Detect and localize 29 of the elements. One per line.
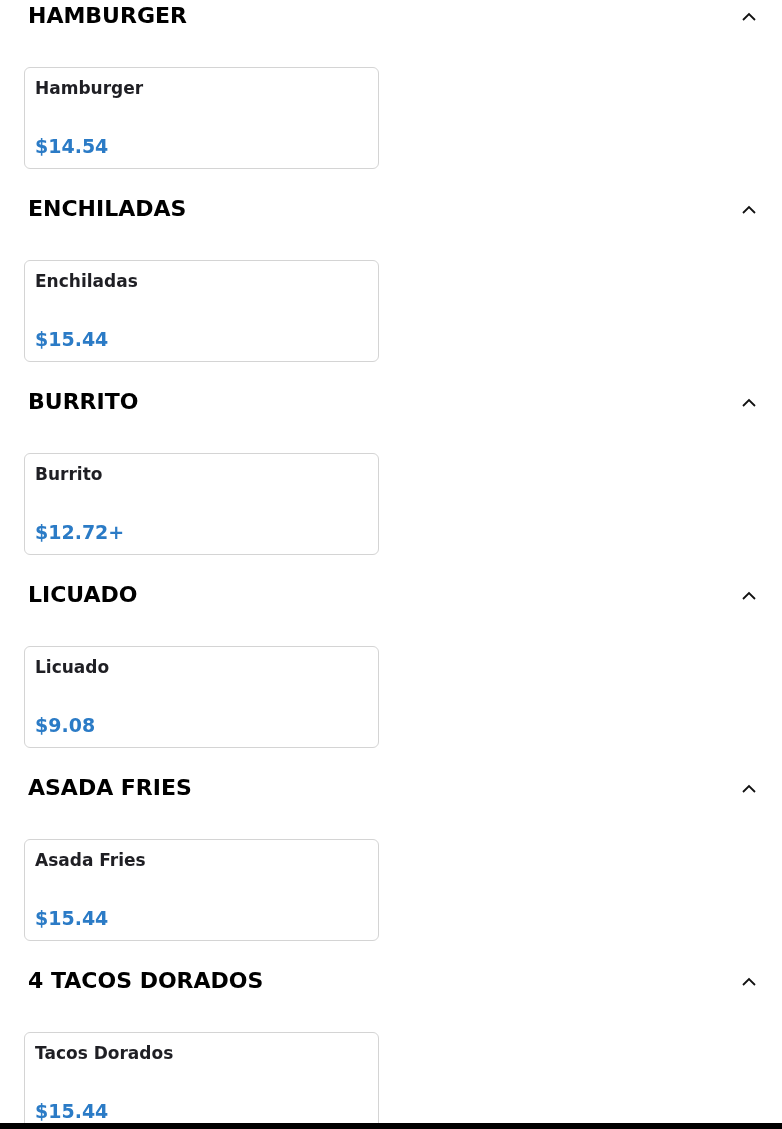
item-price: $15.44 [35,327,110,351]
item-price: $9.08 [35,713,97,737]
item-name: Enchiladas [35,270,139,292]
menu-item-card[interactable]: Enchiladas $15.44 [24,260,379,362]
menu-item-card[interactable]: Hamburger $14.54 [24,67,379,169]
item-price: $15.44 [35,906,110,930]
category-heading: 4 TACOS DORADOS [28,970,264,992]
chevron-up-icon[interactable] [742,590,756,600]
menu-item-card[interactable]: Asada Fries $15.44 [24,839,379,941]
chevron-up-icon[interactable] [742,204,756,214]
category-heading: BURRITO [28,391,139,413]
item-name: Licuado [35,656,111,678]
item-name: Asada Fries [35,849,147,871]
chevron-up-icon[interactable] [742,397,756,407]
item-price: $14.54 [35,134,110,158]
menu-item-card[interactable]: Licuado $9.08 [24,646,379,748]
category-heading: ENCHILADAS [28,198,187,220]
menu-item-card[interactable]: Burrito $12.72+ [24,453,379,555]
category-heading: HAMBURGER [28,5,187,27]
chevron-up-icon[interactable] [742,976,756,986]
item-name: Tacos Dorados [35,1042,175,1064]
chevron-up-icon[interactable] [742,783,756,793]
item-name: Hamburger [35,77,145,99]
item-name: Burrito [35,463,104,485]
category-heading: LICUADO [28,584,138,606]
item-price: $12.72+ [35,520,126,544]
chevron-up-icon[interactable] [742,11,756,21]
item-price: $15.44 [35,1099,110,1123]
category-heading: ASADA FRIES [28,777,192,799]
